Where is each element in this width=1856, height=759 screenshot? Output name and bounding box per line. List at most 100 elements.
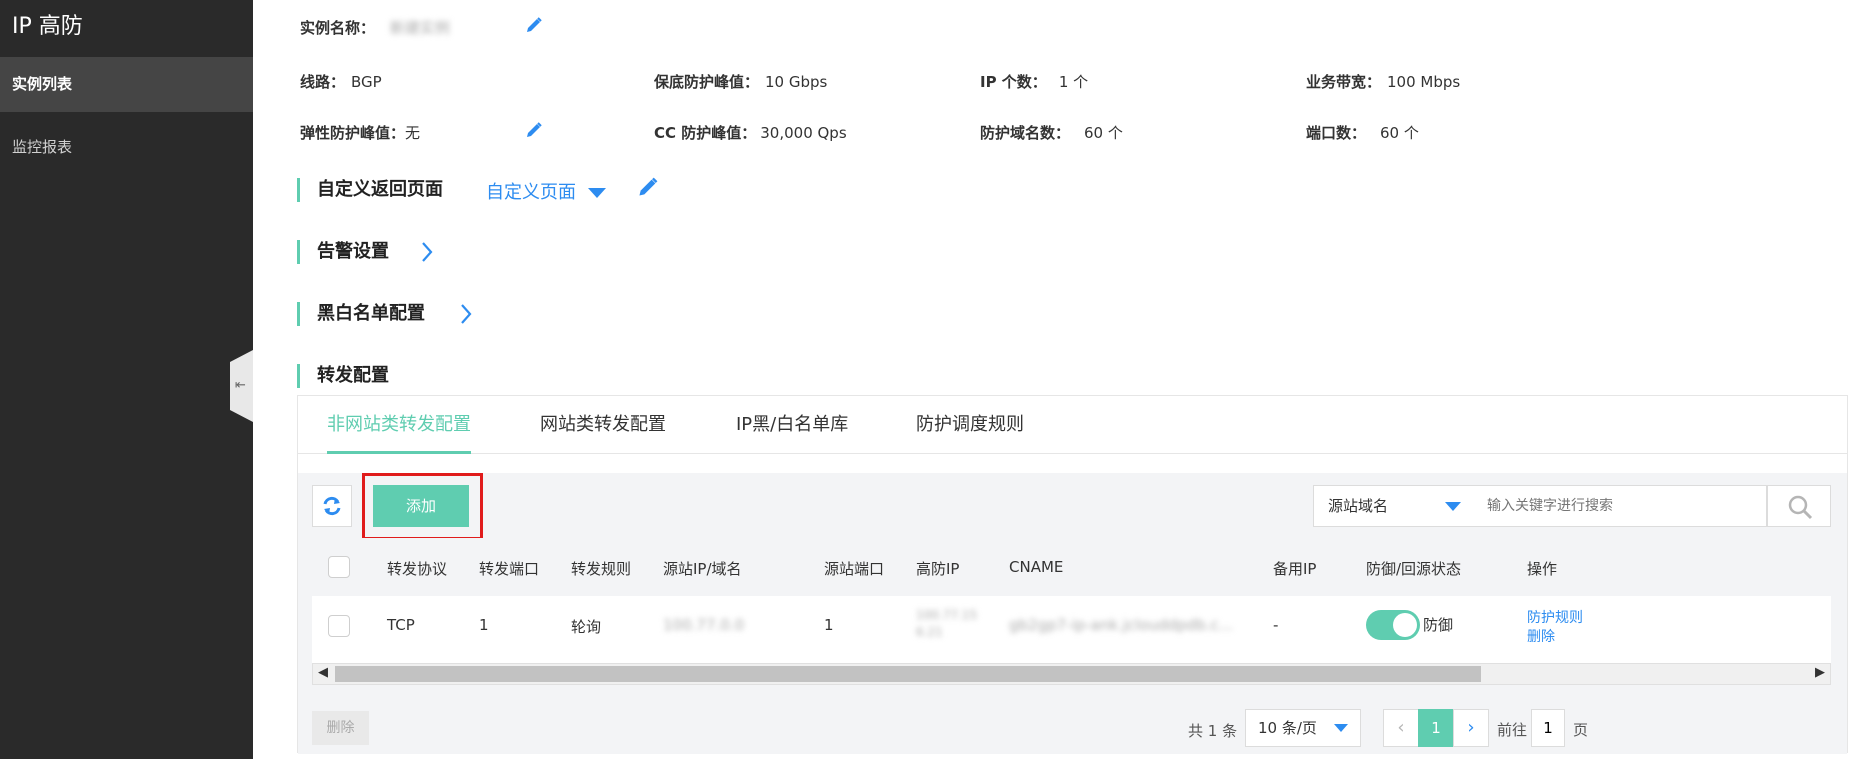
search-field-label: 源站域名 [1328, 497, 1389, 515]
goto-prefix: 前往 [1497, 721, 1528, 739]
alarm-section-title: 告警设置 [297, 240, 389, 264]
domain-count-value: 60 个 [1084, 124, 1123, 142]
instance-name-label: 实例名称： [300, 19, 376, 37]
port-count-label: 端口数： [1306, 124, 1367, 142]
col-source-port: 源站端口 [824, 560, 885, 578]
defense-toggle[interactable] [1366, 610, 1420, 640]
sidebar-item-instance-list[interactable]: 实例列表 [0, 57, 253, 112]
goto-suffix: 页 [1573, 721, 1589, 739]
forward-table: 转发协议 转发端口 转发规则 源站IP/域名 源站端口 高防IP CNAME 备… [312, 538, 1831, 663]
custom-page-dropdown[interactable]: 自定义页面 [486, 178, 606, 204]
col-rule: 转发规则 [571, 560, 632, 578]
col-port: 转发端口 [479, 560, 540, 578]
tab-ip-list[interactable]: IP黑/白名单库 [736, 396, 848, 454]
col-cname: CNAME [1009, 558, 1064, 576]
instance-name-row: 实例名称： 新建实例 [300, 17, 450, 38]
table-area: 添加 源站域名 转发协议 转发端口 转发规则 源站IP/域名 源站端口 高防IP… [298, 473, 1847, 754]
tab-bar: 非网站类转发配置 网站类转发配置 IP黑/白名单库 防护调度规则 [298, 396, 1847, 454]
edit-elastic-peak-icon[interactable] [525, 121, 543, 139]
toggle-knob [1393, 613, 1417, 637]
page-size-label: 10 条/页 [1258, 719, 1317, 737]
search-input[interactable] [1475, 485, 1767, 527]
scroll-right-icon[interactable]: ▶ [1815, 665, 1825, 680]
tab-non-website-forward[interactable]: 非网站类转发配置 [327, 396, 471, 454]
elastic-peak-info: 弹性防护峰值：无 [300, 122, 420, 143]
cc-peak-info: CC 防护峰值： 30,000 Qps [654, 122, 847, 143]
bandwidth-label: 业务带宽： [1306, 73, 1382, 91]
forward-config-panel: 非网站类转发配置 网站类转发配置 IP黑/白名单库 防护调度规则 添加 源站域名 [297, 395, 1848, 754]
base-peak-value: 10 Gbps [765, 73, 828, 91]
search-button[interactable] [1767, 485, 1831, 527]
page-size-select[interactable]: 10 条/页 [1245, 709, 1361, 747]
port-count-info: 端口数： 60 个 [1306, 122, 1419, 143]
refresh-icon [323, 496, 341, 516]
row-checkbox[interactable] [328, 615, 350, 637]
domain-count-label: 防护域名数： [980, 124, 1071, 142]
app-title: IP 高防 [12, 14, 83, 39]
prev-page-button[interactable]: ‹ [1383, 709, 1419, 747]
select-all-checkbox[interactable] [328, 556, 350, 578]
ip-count-value: 1 个 [1058, 73, 1089, 91]
line-label: 线路： [300, 73, 346, 91]
caret-down-icon [1334, 724, 1348, 732]
blacklist-section-title: 黑白名单配置 [297, 302, 425, 326]
tab-website-forward[interactable]: 网站类转发配置 [540, 396, 666, 454]
horizontal-scrollbar[interactable]: ◀ ▶ [312, 663, 1831, 685]
add-button[interactable]: 添加 [373, 485, 469, 527]
caret-down-icon [587, 188, 606, 198]
batch-delete-button[interactable]: 删除 [312, 711, 369, 745]
domain-count-info: 防护域名数： 60 个 [980, 122, 1123, 143]
cc-peak-value: 30,000 Qps [760, 124, 847, 142]
refresh-button[interactable] [312, 485, 352, 527]
goto-page-input[interactable] [1531, 709, 1565, 747]
collapse-icon: ⇤ [235, 378, 246, 393]
cc-peak-label: CC 防护峰值： [654, 124, 757, 142]
cell-cname: gb2gp7-ip-ank.jclouddpdb.c... [1009, 616, 1234, 634]
scrollbar-thumb[interactable] [335, 666, 1481, 682]
instance-name-value: 新建实例 [389, 19, 450, 37]
elastic-peak-label: 弹性防护峰值： [300, 124, 406, 142]
chevron-right-icon[interactable] [420, 240, 434, 264]
next-page-button[interactable]: › [1453, 709, 1489, 747]
edit-name-icon[interactable] [525, 16, 543, 34]
tab-schedule-rules[interactable]: 防护调度规则 [916, 396, 1024, 454]
scroll-left-icon[interactable]: ◀ [318, 665, 328, 680]
col-protocol: 转发协议 [387, 560, 448, 578]
protection-rules-link[interactable]: 防护规则 [1527, 607, 1583, 627]
forward-section-title: 转发配置 [297, 364, 389, 388]
pagination-total: 共 1 条 [1188, 722, 1238, 740]
search-icon [1788, 495, 1813, 520]
elastic-peak-value: 无 [405, 124, 421, 142]
custom-page-dropdown-label: 自定义页面 [486, 182, 576, 203]
chevron-right-icon[interactable] [459, 302, 473, 326]
table-header: 转发协议 转发端口 转发规则 源站IP/域名 源站端口 高防IP CNAME 备… [312, 538, 1831, 596]
cell-source-port: 1 [824, 616, 834, 634]
delete-row-link[interactable]: 删除 [1527, 626, 1555, 646]
base-peak-label: 保底防护峰值： [654, 73, 760, 91]
ip-count-label: IP 个数： [980, 73, 1047, 91]
cell-source-ip: 100.77.0.0 [663, 616, 745, 634]
bandwidth-info: 业务带宽： 100 Mbps [1306, 71, 1460, 92]
sidebar: IP 高防 实例列表 监控报表 [0, 0, 253, 759]
sidebar-item-monitor-report[interactable]: 监控报表 [0, 120, 253, 175]
port-count-value: 60 个 [1380, 124, 1419, 142]
ip-count-info: IP 个数： 1 个 [980, 71, 1088, 92]
cell-protocol: TCP [387, 616, 415, 634]
line-info: 线路： BGP [300, 71, 382, 92]
cell-rule: 轮询 [571, 618, 602, 636]
bandwidth-value: 100 Mbps [1387, 73, 1461, 91]
ddos-ip-line2: 6.21 [916, 625, 943, 639]
line-value: BGP [351, 73, 382, 91]
custom-page-section-title: 自定义返回页面 [297, 178, 443, 202]
col-state: 防御/回源状态 [1366, 560, 1462, 578]
cell-backup-ip: - [1273, 616, 1279, 634]
cell-ddos-ip: 100.77.15 6.21 [916, 607, 977, 641]
cell-port: 1 [479, 616, 489, 634]
edit-custom-page-icon[interactable] [637, 176, 659, 198]
sidebar-collapse-button[interactable]: ⇤ [230, 350, 253, 422]
ddos-ip-line1: 100.77.15 [916, 608, 978, 622]
search-field-select[interactable]: 源站域名 [1313, 485, 1476, 527]
page-1-button[interactable]: 1 [1418, 709, 1454, 747]
cell-state-label: 防御 [1423, 616, 1454, 634]
table-row: TCP 1 轮询 100.77.0.0 1 100.77.15 6.21 gb2… [312, 596, 1831, 654]
